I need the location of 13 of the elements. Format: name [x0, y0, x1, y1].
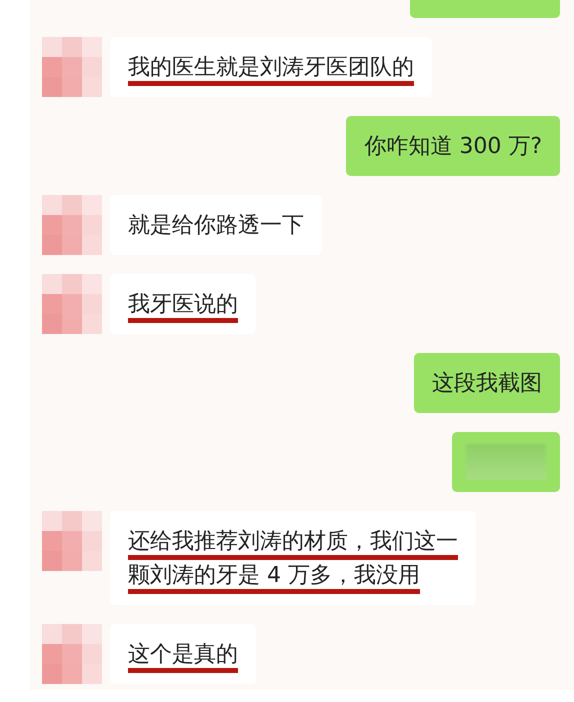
avatar — [42, 511, 102, 571]
message-text: 我的医生就是刘涛牙医团队的 — [128, 54, 414, 82]
avatar — [42, 37, 102, 97]
message-text: 你咋知道 300 万? — [364, 133, 542, 161]
avatar — [42, 274, 102, 334]
message-text: 这个是真的 — [128, 641, 238, 669]
avatar — [42, 195, 102, 255]
message-text: 这段我截图 — [432, 370, 542, 398]
avatar — [42, 624, 102, 684]
message-text: 还给我推荐刘涛的材质，我们这一 — [128, 528, 458, 556]
message-text: 我牙医说的 — [128, 291, 238, 319]
message-text: 就是给你路透一下 — [128, 212, 304, 240]
message-text: 颗刘涛的牙是 4 万多，我没用 — [128, 562, 421, 590]
